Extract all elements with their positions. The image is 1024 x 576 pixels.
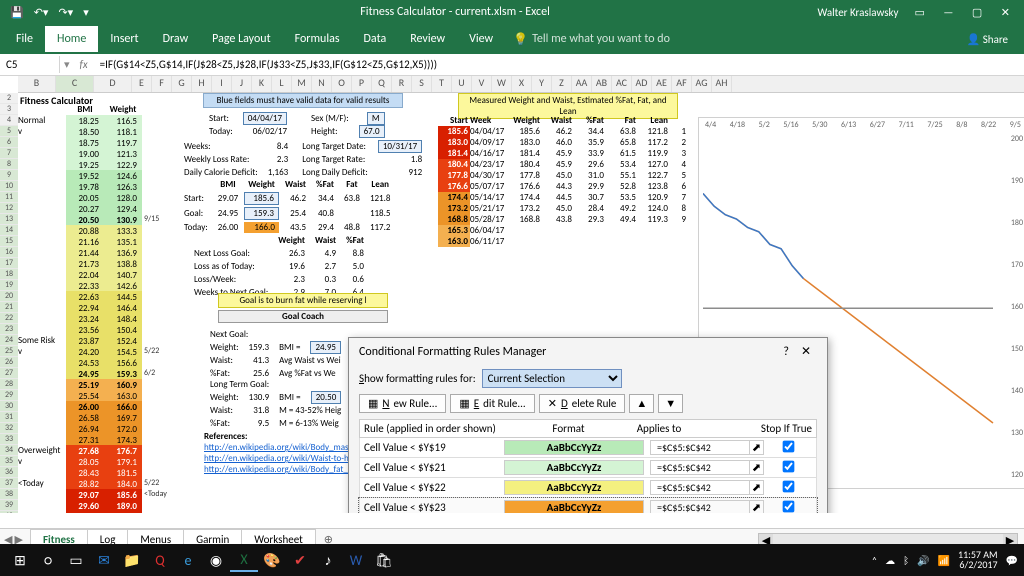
chrome-icon[interactable]: ◉ — [202, 548, 230, 572]
goal-banner: Goal is to burn fat while reserving l — [218, 293, 388, 308]
undo-icon[interactable]: ↶▾ — [30, 4, 53, 21]
ribbon-options-icon[interactable]: ▭ — [907, 4, 933, 21]
blue-banner: Blue fields must have valid data for val… — [203, 93, 403, 108]
tab-draw[interactable]: Draw — [151, 26, 201, 52]
taskview-icon[interactable]: ▭ — [62, 548, 90, 572]
bmi-header: BMI — [66, 104, 104, 115]
dialog-close-icon[interactable]: ✕ — [795, 343, 817, 361]
itunes-icon[interactable]: ♪ — [314, 548, 342, 572]
worksheet-area[interactable]: 2345678910111213141516171819202122232425… — [0, 93, 1024, 513]
tab-formulas[interactable]: Formulas — [283, 26, 352, 52]
delete-rule-button[interactable]: ✕ Delete Rule — [539, 394, 626, 413]
category-labels: NormalvSome RiskvOverweightv<TodayHigh R… — [18, 115, 66, 513]
tell-me[interactable]: 💡Tell me what you want to do — [513, 32, 670, 47]
performance-table: BMIWeightWaist%FatFatLeanStart:29.07185.… — [178, 177, 396, 235]
tab-insert[interactable]: Insert — [98, 26, 150, 52]
rules-scope-select[interactable]: Current Selection — [482, 369, 622, 388]
tab-view[interactable]: View — [457, 26, 505, 52]
next-bmi-field[interactable]: 24.95 — [310, 341, 341, 354]
close-icon[interactable]: ✕ — [993, 4, 1018, 21]
namebox-dropdown-icon[interactable]: ▾ — [64, 58, 70, 71]
ref-link[interactable]: http://en.wikipedia.org/wiki/Body_mass_ — [204, 442, 357, 453]
tab-data[interactable]: Data — [352, 26, 399, 52]
side-dates: 9/155/226/25/22<Today — [144, 115, 167, 513]
network-icon[interactable]: 📶 — [938, 554, 950, 567]
word-icon[interactable]: W — [342, 548, 370, 572]
ribbon: File Home Insert Draw Page Layout Formul… — [0, 24, 1024, 54]
volume-icon[interactable]: 🔊 — [917, 554, 929, 567]
next-goal-table: WeightWaist%FatNext Loss Goal:26.34.98.8… — [188, 233, 370, 300]
dialog-help-icon[interactable]: ? — [777, 343, 795, 361]
conditional-formatting-dialog: Conditional Formatting Rules Manager ? ✕ … — [348, 337, 828, 513]
notifications-icon[interactable]: 💬 — [1006, 554, 1018, 567]
weekly-data-table[interactable]: StartWeekWeightWaist%FatFatLean185.604/0… — [438, 115, 688, 247]
name-box[interactable]: C5 — [0, 56, 60, 73]
tab-review[interactable]: Review — [398, 26, 457, 52]
windows-taskbar[interactable]: ⊞ ○ ▭ ✉ 📁 Q e ◉ X 🎨 ✔ ♪ W 🛍 ˄ ☁ ᛒ 🔊 📶 11… — [0, 544, 1024, 576]
height-field[interactable]: 67.0 — [359, 125, 385, 138]
sex-field[interactable]: M — [367, 112, 385, 125]
tab-file[interactable]: File — [4, 26, 45, 52]
tray-up-icon[interactable]: ˄ — [872, 554, 877, 567]
app-icon[interactable]: ✔ — [286, 548, 314, 572]
share-button[interactable]: 👤 Share — [955, 27, 1020, 52]
store-icon[interactable]: 🛍 — [370, 548, 398, 572]
start-date[interactable]: 04/04/17 — [243, 112, 287, 125]
bluetooth-icon[interactable]: ᛒ — [903, 554, 909, 567]
quicken-icon[interactable]: Q — [146, 548, 174, 572]
paint-icon[interactable]: 🎨 — [258, 548, 286, 572]
redo-icon[interactable]: ↷▾ — [54, 4, 77, 21]
goal-coach-header: Goal Coach — [218, 310, 388, 323]
qat-customize-icon[interactable]: ▾ — [79, 4, 93, 21]
taskbar-date[interactable]: 6/2/2017 — [958, 560, 998, 570]
new-rule-button[interactable]: ▦ New Rule... — [359, 394, 446, 413]
move-up-button[interactable]: ▲ — [629, 394, 654, 413]
save-icon[interactable]: 💾 — [6, 4, 28, 21]
fx-icon[interactable]: fx — [74, 56, 94, 73]
weight-header: Weight — [104, 104, 142, 115]
column-headers[interactable]: BCDEFGHIJKLMNOPQRSTUVWXYZAAABACADAEAFAGA… — [18, 76, 1024, 93]
start-icon[interactable]: ⊞ — [6, 548, 34, 572]
minimize-icon[interactable]: — — [935, 4, 961, 21]
dialog-title: Conditional Formatting Rules Manager — [359, 345, 546, 359]
edit-rule-button[interactable]: ▦ Edit Rule... — [450, 394, 534, 413]
maximize-icon[interactable]: ▢ — [964, 4, 990, 21]
long-target-date[interactable]: 10/31/17 — [378, 140, 422, 153]
excel-icon[interactable]: X — [230, 548, 258, 572]
rules-header: Rule (applied in order shown)FormatAppli… — [359, 419, 817, 438]
edge-icon[interactable]: e — [174, 548, 202, 572]
window-title: Fitness Calculator - current.xlsm - Exce… — [93, 5, 818, 19]
move-down-button[interactable]: ▼ — [658, 394, 683, 413]
outlook-icon[interactable]: ✉ — [90, 548, 118, 572]
bmi-table[interactable]: 18.25116.518.50118.118.75119.719.00121.3… — [66, 115, 142, 513]
long-bmi-field[interactable]: 20.50 — [311, 391, 342, 404]
row-headers[interactable]: 2345678910111213141516171819202122232425… — [0, 93, 18, 513]
explorer-icon[interactable]: 📁 — [118, 548, 146, 572]
onedrive-icon[interactable]: ☁ — [885, 554, 895, 567]
tab-page-layout[interactable]: Page Layout — [200, 26, 282, 52]
formula-bar: C5 ▾ fx =IF(G$14<Z5,G$14,IF(J$28<Z5,J$28… — [0, 54, 1024, 76]
tab-home[interactable]: Home — [45, 26, 98, 52]
formula-input[interactable]: =IF(G$14<Z5,G$14,IF(J$28<Z5,J$28,IF(J$33… — [94, 56, 1024, 73]
window-titlebar: 💾 ↶▾ ↷▾ ▾ Fitness Calculator - current.x… — [0, 0, 1024, 24]
user-name[interactable]: Walter Kraslawsky — [817, 6, 898, 19]
cortana-icon[interactable]: ○ — [34, 548, 62, 572]
lightbulb-icon: 💡 — [513, 32, 528, 47]
